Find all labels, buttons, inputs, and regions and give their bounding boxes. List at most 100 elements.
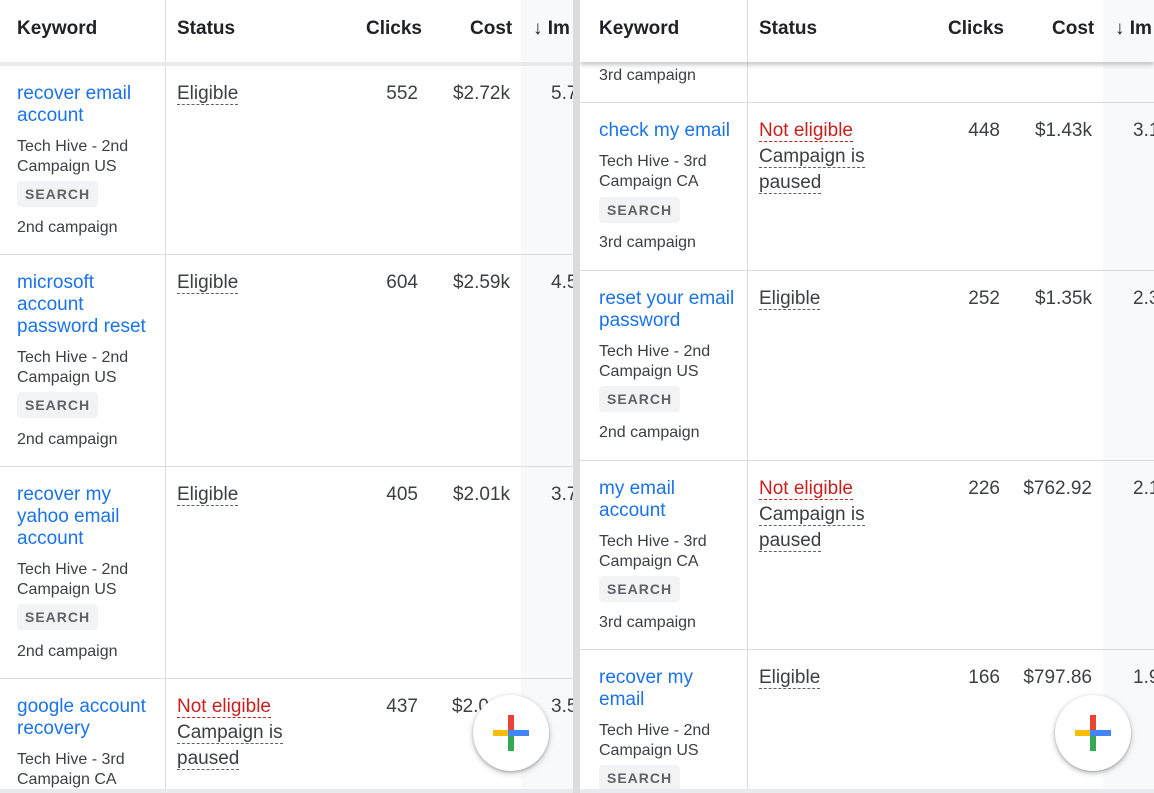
status-reason[interactable]: Campaign is paused bbox=[177, 720, 307, 772]
keyword-link[interactable]: recover email account bbox=[17, 83, 157, 127]
header-cost[interactable]: Cost bbox=[470, 18, 512, 40]
campaign-name: Tech Hive - 3rd Campaign CA bbox=[599, 533, 707, 570]
column-divider bbox=[747, 103, 748, 270]
keyword-link[interactable]: google account recovery bbox=[17, 696, 162, 740]
column-divider bbox=[165, 0, 166, 62]
search-chip: SEARCH bbox=[599, 386, 681, 412]
clicks-value: 437 bbox=[386, 696, 418, 717]
ad-group-name: 2nd campaign bbox=[17, 431, 118, 448]
ad-group-name: 3rd campaign bbox=[599, 67, 696, 84]
keyword-link[interactable]: reset your email password bbox=[599, 288, 744, 332]
header-status[interactable]: Status bbox=[177, 18, 235, 40]
table-row: microsoft account password reset Tech Hi… bbox=[0, 255, 573, 467]
keyword-link[interactable]: my email account bbox=[599, 478, 719, 522]
status-eligible[interactable]: Eligible bbox=[759, 665, 821, 691]
keyword-link[interactable]: recover my email bbox=[599, 667, 719, 711]
cost-value: $2.59k bbox=[452, 272, 510, 293]
status-not-eligible[interactable]: Not eligible bbox=[759, 118, 853, 144]
header-impressions[interactable]: ↓ Im bbox=[1115, 18, 1152, 40]
search-chip: SEARCH bbox=[599, 197, 681, 223]
status-eligible[interactable]: Eligible bbox=[177, 270, 239, 296]
cost-value: $1.43k bbox=[1034, 120, 1092, 141]
bottom-divider bbox=[0, 789, 573, 793]
campaign-name: Tech Hive - 2nd Campaign US bbox=[17, 561, 129, 598]
plus-icon bbox=[493, 715, 529, 751]
impressions-value: 2.1 bbox=[1133, 478, 1154, 499]
bottom-divider bbox=[580, 789, 1154, 793]
header-clicks[interactable]: Clicks bbox=[366, 18, 422, 40]
campaign-name: Tech Hive - 3rd Campaign CA bbox=[599, 153, 707, 190]
cost-value: $1.35k bbox=[1034, 288, 1092, 309]
status-reason[interactable]: Campaign is paused bbox=[759, 502, 889, 554]
header-keyword[interactable]: Keyword bbox=[17, 18, 97, 40]
column-divider bbox=[747, 0, 748, 62]
cost-value: $2.01k bbox=[452, 484, 510, 505]
ad-group-name: 2nd campaign bbox=[17, 219, 118, 236]
search-chip: SEARCH bbox=[599, 765, 681, 791]
campaign-name: Tech Hive - 2nd Campaign US bbox=[599, 343, 711, 380]
clicks-value: 552 bbox=[386, 83, 418, 104]
clicks-value: 604 bbox=[386, 272, 418, 293]
column-divider bbox=[747, 650, 748, 793]
left-keyword-table: Keyword Status Clicks Cost ↓ Im recover … bbox=[0, 0, 573, 793]
impressions-value: 2.3 bbox=[1133, 288, 1154, 309]
status-eligible[interactable]: Eligible bbox=[759, 286, 821, 312]
status-eligible[interactable]: Eligible bbox=[177, 81, 239, 107]
keyword-link[interactable]: recover my yahoo email account bbox=[17, 484, 147, 550]
status-not-eligible[interactable]: Not eligible bbox=[759, 476, 853, 502]
header-impressions[interactable]: ↓ Im bbox=[533, 18, 570, 40]
cost-value: $797.86 bbox=[1023, 667, 1092, 688]
clicks-value: 252 bbox=[968, 288, 1000, 309]
campaign-name: Tech Hive - 3rd Campaign CA bbox=[17, 751, 125, 788]
impressions-value: 1.9 bbox=[1133, 667, 1154, 688]
add-fab-button[interactable] bbox=[1055, 695, 1131, 771]
campaign-name: Tech Hive - 2nd Campaign US bbox=[17, 138, 129, 175]
campaign-name: Tech Hive - 2nd Campaign US bbox=[17, 349, 129, 386]
keyword-link[interactable]: microsoft account password reset bbox=[17, 272, 157, 338]
header-clicks[interactable]: Clicks bbox=[948, 18, 1004, 40]
column-divider bbox=[747, 271, 748, 460]
impressions-value: 3.5 bbox=[551, 696, 573, 717]
right-keyword-table: 3rd campaign Keyword Status Clicks Cost … bbox=[580, 0, 1154, 793]
status-eligible[interactable]: Eligible bbox=[177, 482, 239, 508]
ad-group-name: 3rd campaign bbox=[599, 234, 696, 251]
impressions-value: 3.1 bbox=[1133, 120, 1154, 141]
clicks-value: 405 bbox=[386, 484, 418, 505]
campaign-name: Tech Hive - 2nd Campaign US bbox=[599, 722, 711, 759]
cost-value: $762.92 bbox=[1023, 478, 1092, 499]
table-row: reset your email password Tech Hive - 2n… bbox=[580, 271, 1154, 461]
status-reason[interactable]: Campaign is paused bbox=[759, 144, 889, 196]
table-row: recover email account Tech Hive - 2nd Ca… bbox=[0, 66, 573, 255]
search-chip: SEARCH bbox=[17, 392, 99, 418]
keyword-link[interactable]: check my email bbox=[599, 120, 744, 142]
status-not-eligible[interactable]: Not eligible bbox=[177, 694, 271, 720]
table-header: Keyword Status Clicks Cost ↓ Im bbox=[580, 0, 1154, 62]
search-chip: SEARCH bbox=[17, 604, 99, 630]
clicks-value: 448 bbox=[968, 120, 1000, 141]
impressions-value: 4.5 bbox=[551, 272, 573, 293]
search-chip: SEARCH bbox=[599, 576, 681, 602]
clicks-value: 166 bbox=[968, 667, 1000, 688]
table-row: check my email Tech Hive - 3rd Campaign … bbox=[580, 103, 1154, 271]
column-divider bbox=[165, 255, 166, 466]
cost-value: $2.72k bbox=[452, 83, 510, 104]
column-divider bbox=[165, 467, 166, 678]
ad-group-name: 3rd campaign bbox=[599, 614, 696, 631]
clicks-value: 226 bbox=[968, 478, 1000, 499]
column-divider bbox=[165, 66, 166, 254]
header-cost[interactable]: Cost bbox=[1052, 18, 1094, 40]
impressions-value: 3.7 bbox=[551, 484, 573, 505]
table-row: my email account Tech Hive - 3rd Campaig… bbox=[580, 461, 1154, 650]
column-divider bbox=[747, 461, 748, 649]
column-divider bbox=[165, 679, 166, 793]
plus-icon bbox=[1075, 715, 1111, 751]
table-header: Keyword Status Clicks Cost ↓ Im bbox=[0, 0, 573, 66]
add-fab-button[interactable] bbox=[473, 695, 549, 771]
search-chip: SEARCH bbox=[17, 181, 99, 207]
table-row: recover my yahoo email account Tech Hive… bbox=[0, 467, 573, 679]
impressions-value: 5.7 bbox=[551, 83, 573, 104]
header-status[interactable]: Status bbox=[759, 18, 817, 40]
header-keyword[interactable]: Keyword bbox=[599, 18, 679, 40]
ad-group-name: 2nd campaign bbox=[599, 424, 700, 441]
ad-group-name: 2nd campaign bbox=[17, 643, 118, 660]
